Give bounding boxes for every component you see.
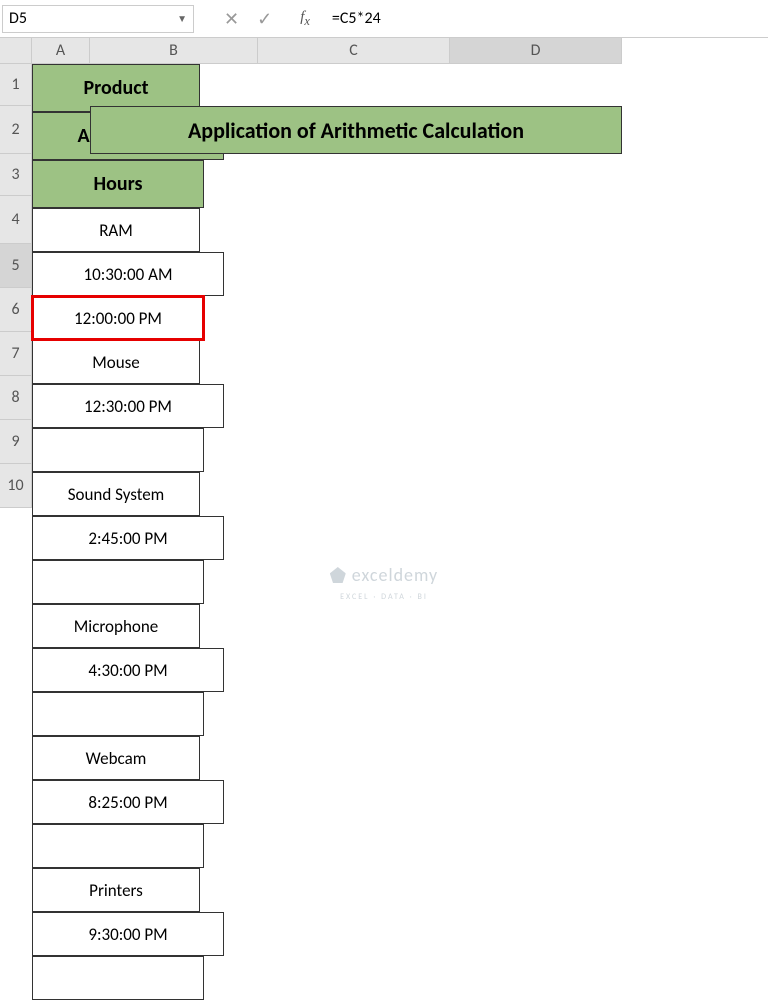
- cell-product-10[interactable]: Printers: [32, 868, 200, 912]
- cell-arrival-10[interactable]: 9:30:00 PM: [32, 912, 224, 956]
- formula-buttons: ✕ ✓: [224, 8, 272, 30]
- cell-hours-7[interactable]: [32, 560, 204, 604]
- cells-area: Application of Arithmetic CalculationPro…: [32, 64, 768, 624]
- column-header-A[interactable]: A: [32, 38, 90, 64]
- name-box-value: D5: [9, 9, 27, 28]
- row-header-5[interactable]: 5: [0, 244, 32, 288]
- header-hours[interactable]: Hours: [32, 160, 204, 208]
- cell-product-8[interactable]: Microphone: [32, 604, 200, 648]
- cell-arrival-5[interactable]: 10:30:00 AM: [32, 252, 224, 296]
- name-box[interactable]: D5 ▼: [2, 5, 194, 33]
- watermark: exceldemy EXCEL · DATA · BI: [330, 564, 438, 602]
- cell-hours-6[interactable]: [32, 428, 204, 472]
- row-header-2[interactable]: 2: [0, 106, 32, 154]
- cell-arrival-7[interactable]: 2:45:00 PM: [32, 516, 224, 560]
- cell-arrival-9[interactable]: 8:25:00 PM: [32, 780, 224, 824]
- row-header-3[interactable]: 3: [0, 154, 32, 196]
- cell-product-5[interactable]: RAM: [32, 208, 200, 252]
- column-headers: ABCD: [32, 38, 768, 64]
- cell-hours-10[interactable]: [32, 956, 204, 1000]
- row-header-8[interactable]: 8: [0, 376, 32, 420]
- confirm-icon[interactable]: ✓: [257, 8, 272, 30]
- cell-hours-8[interactable]: [32, 692, 204, 736]
- cell-hours-9[interactable]: [32, 824, 204, 868]
- watermark-subtext: EXCEL · DATA · BI: [340, 592, 428, 602]
- row-header-7[interactable]: 7: [0, 332, 32, 376]
- cell-hours-5[interactable]: 12:00:00 PM: [32, 296, 204, 340]
- watermark-icon: [330, 567, 346, 583]
- watermark-text: exceldemy: [352, 564, 438, 586]
- row-header-10[interactable]: 10: [0, 464, 32, 508]
- row-header-1[interactable]: 1: [0, 64, 32, 106]
- column-header-C[interactable]: C: [258, 38, 450, 64]
- select-all-corner[interactable]: [0, 38, 32, 64]
- spreadsheet-grid: ABCD 12345678910 Application of Arithmet…: [0, 38, 768, 624]
- cell-product-7[interactable]: Sound System: [32, 472, 200, 516]
- column-header-B[interactable]: B: [90, 38, 258, 64]
- chevron-down-icon[interactable]: ▼: [177, 12, 187, 25]
- formula-input[interactable]: =C5*24: [332, 9, 381, 28]
- cell-arrival-6[interactable]: 12:30:00 PM: [32, 384, 224, 428]
- row-header-6[interactable]: 6: [0, 288, 32, 332]
- row-header-4[interactable]: 4: [0, 196, 32, 244]
- header-product[interactable]: Product: [32, 64, 200, 112]
- column-header-D[interactable]: D: [450, 38, 622, 64]
- row-header-9[interactable]: 9: [0, 420, 32, 464]
- cell-product-9[interactable]: Webcam: [32, 736, 200, 780]
- row-headers: 12345678910: [0, 64, 32, 508]
- cell-arrival-8[interactable]: 4:30:00 PM: [32, 648, 224, 692]
- fx-icon[interactable]: fx: [300, 9, 310, 29]
- cell-product-6[interactable]: Mouse: [32, 340, 200, 384]
- formula-bar: D5 ▼ ✕ ✓ fx =C5*24: [0, 0, 768, 38]
- title-cell[interactable]: Application of Arithmetic Calculation: [90, 106, 622, 154]
- cancel-icon[interactable]: ✕: [224, 8, 239, 30]
